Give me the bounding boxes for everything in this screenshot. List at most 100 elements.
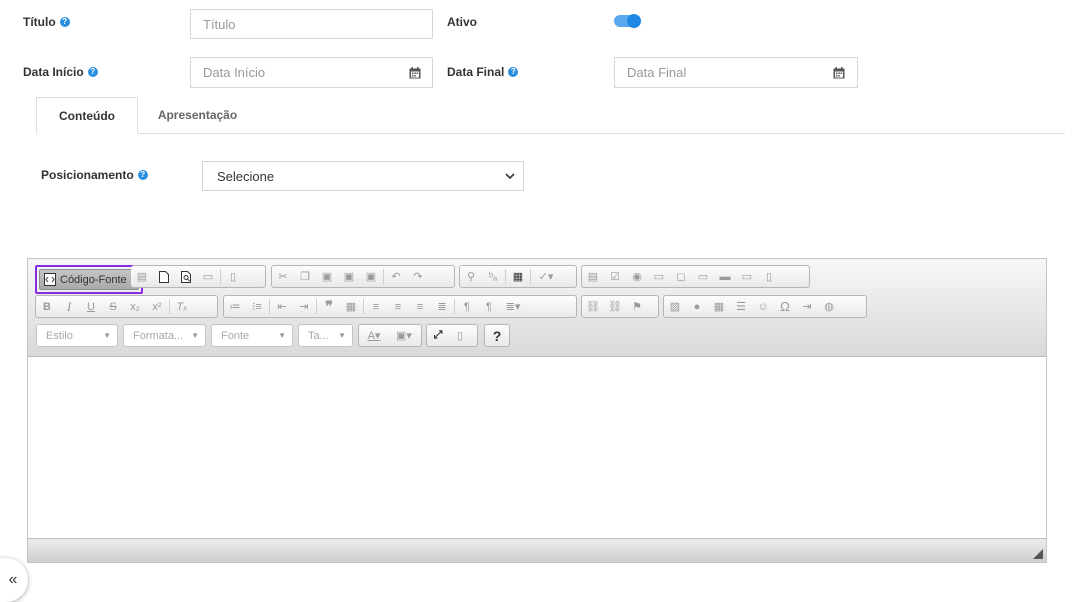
image-button-icon[interactable]: ▭ — [736, 266, 758, 287]
bg-color-icon[interactable]: ▣▾ — [389, 325, 419, 346]
strike-icon[interactable]: S — [102, 296, 124, 317]
align-justify-icon[interactable]: ≣ — [431, 296, 453, 317]
spellcheck-icon[interactable]: ✓▾ — [532, 266, 560, 287]
align-left-icon[interactable]: ≡ — [365, 296, 387, 317]
sidebar-collapse-button[interactable]: « — [0, 558, 28, 602]
toolbar-group-document: ▤ ▭ ▯ — [131, 265, 266, 288]
about-button[interactable]: ? — [484, 324, 510, 347]
preview-icon[interactable] — [175, 266, 197, 287]
remove-format-icon[interactable]: Tₓ — [171, 296, 193, 317]
superscript-icon[interactable]: x² — [146, 296, 168, 317]
tab-conteudo[interactable]: Conteúdo — [36, 97, 138, 134]
posicionamento-select[interactable]: Selecione — [202, 161, 524, 191]
data-inicio-calendar-button[interactable] — [397, 57, 433, 88]
data-inicio-input[interactable] — [203, 65, 385, 80]
textarea-icon[interactable]: ◻ — [670, 266, 692, 287]
language-icon[interactable]: ≣▾ — [500, 296, 526, 317]
chevron-down-icon: ▼ — [338, 331, 346, 340]
link-icon[interactable]: ⛓ — [582, 296, 604, 317]
indent-icon[interactable]: ⇥ — [293, 296, 315, 317]
cut-icon[interactable]: ✂ — [272, 266, 294, 287]
source-code-button[interactable]: Código-Fonte — [39, 269, 139, 290]
calendar-icon — [833, 66, 845, 78]
checkbox-icon[interactable]: ☑ — [604, 266, 626, 287]
ltr-icon[interactable]: ¶ — [456, 296, 478, 317]
chevron-down-icon — [505, 172, 515, 179]
question-icon: ? — [492, 327, 502, 344]
toolbar-separator — [363, 299, 364, 314]
data-final-calendar-button[interactable] — [821, 57, 858, 88]
bold-icon[interactable]: B — [36, 296, 58, 317]
data-inicio-label: Data Início? — [23, 64, 98, 80]
flash-icon[interactable]: ● — [686, 296, 708, 317]
rtl-icon[interactable]: ¶ — [478, 296, 500, 317]
data-final-label: Data Final? — [447, 64, 519, 80]
print-icon[interactable]: ▭ — [197, 266, 219, 287]
toolbar-separator — [530, 269, 531, 284]
paste-text-icon[interactable]: ▣ — [338, 266, 360, 287]
help-icon[interactable]: ? — [137, 170, 148, 180]
templates-icon[interactable]: ▯ — [222, 266, 244, 287]
save-icon[interactable]: ▤ — [131, 266, 153, 287]
help-icon[interactable]: ? — [59, 17, 70, 27]
toolbar-group-tools: ⤢ ▯ — [426, 324, 478, 347]
bulleted-list-icon[interactable]: ⁝≡ — [246, 296, 268, 317]
div-container-icon[interactable]: ▦ — [340, 296, 362, 317]
unlink-icon[interactable]: ⛓ — [604, 296, 626, 317]
anchor-flag-icon[interactable]: ⚑ — [626, 296, 648, 317]
data-final-input[interactable] — [627, 65, 809, 80]
italic-icon[interactable]: I — [58, 296, 80, 317]
ativo-toggle[interactable] — [614, 14, 641, 28]
underline-icon[interactable]: U — [80, 296, 102, 317]
tabs-divider — [36, 133, 1065, 134]
titulo-field[interactable] — [190, 9, 433, 39]
format-combo[interactable]: Formata... ▼ — [123, 324, 206, 347]
special-char-icon[interactable]: Ω — [774, 296, 796, 317]
hidden-field-icon[interactable]: ▯ — [758, 266, 780, 287]
align-right-icon[interactable]: ≡ — [409, 296, 431, 317]
tab-apresentacao[interactable]: Apresentação — [145, 97, 250, 133]
toolbar-group-paragraph: ≔ ⁝≡ ⇤ ⇥ ❞ ▦ ≡ ≡ ≡ ≣ ¶ ¶ ≣▾ — [223, 295, 577, 318]
smiley-icon[interactable]: ☺ — [752, 296, 774, 317]
form-icon[interactable]: ▤ — [582, 266, 604, 287]
paste-icon[interactable]: ▣ — [316, 266, 338, 287]
style-combo[interactable]: Estilo ▼ — [36, 324, 118, 347]
select-all-icon[interactable]: ▦ — [507, 266, 529, 287]
resize-handle-icon[interactable] — [1033, 549, 1043, 559]
replace-icon[interactable]: ᵇₐ — [482, 266, 504, 287]
font-combo[interactable]: Fonte ▼ — [211, 324, 293, 347]
button-field-icon[interactable]: ▬ — [714, 266, 736, 287]
new-page-icon[interactable] — [153, 266, 175, 287]
text-color-icon[interactable]: A▾ — [359, 325, 389, 346]
titulo-input[interactable] — [203, 16, 420, 32]
blockquote-icon[interactable]: ❞ — [318, 296, 340, 317]
chevron-down-icon: ▼ — [278, 331, 286, 340]
select-field-icon[interactable]: ▭ — [692, 266, 714, 287]
textfield-icon[interactable]: ▭ — [648, 266, 670, 287]
page-break-icon[interactable]: ⇥ — [796, 296, 818, 317]
align-center-icon[interactable]: ≡ — [387, 296, 409, 317]
maximize-icon[interactable]: ⤢ — [427, 325, 449, 346]
undo-icon[interactable]: ↶ — [385, 266, 407, 287]
redo-icon[interactable]: ↷ — [407, 266, 429, 287]
editor-content-area[interactable] — [28, 357, 1046, 538]
radio-icon[interactable]: ◉ — [626, 266, 648, 287]
image-icon[interactable]: ▨ — [664, 296, 686, 317]
source-code-icon — [44, 273, 56, 286]
help-icon[interactable]: ? — [87, 67, 98, 77]
posicionamento-label-text: Posicionamento — [41, 168, 134, 182]
find-icon[interactable]: ⚲ — [460, 266, 482, 287]
data-inicio-field[interactable] — [190, 57, 398, 88]
iframe-globe-icon[interactable]: ◍ — [818, 296, 840, 317]
horizontal-rule-icon[interactable]: ☰ — [730, 296, 752, 317]
copy-icon[interactable]: ❐ — [294, 266, 316, 287]
paste-word-icon[interactable]: ▣ — [360, 266, 382, 287]
subscript-icon[interactable]: x₂ — [124, 296, 146, 317]
data-final-field[interactable] — [614, 57, 822, 88]
size-combo[interactable]: Ta... ▼ — [298, 324, 353, 347]
table-icon[interactable]: ▦ — [708, 296, 730, 317]
outdent-icon[interactable]: ⇤ — [271, 296, 293, 317]
help-icon[interactable]: ? — [508, 67, 519, 77]
show-blocks-icon[interactable]: ▯ — [449, 325, 471, 346]
numbered-list-icon[interactable]: ≔ — [224, 296, 246, 317]
